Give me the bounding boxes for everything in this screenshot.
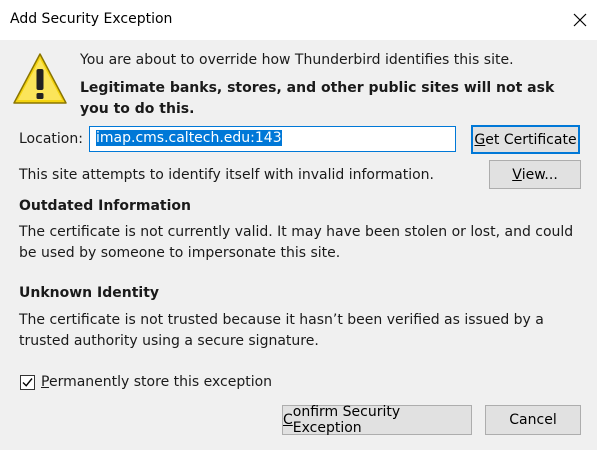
get-certificate-accesskey: G — [474, 131, 486, 148]
location-label: Location: — [19, 131, 83, 147]
location-value: imap.cms.caltech.edu:143 — [96, 130, 282, 146]
warning-icon — [13, 53, 67, 104]
view-button[interactable]: View... — [489, 160, 581, 189]
window-title: Add Security Exception — [10, 11, 173, 27]
checkmark-icon — [22, 378, 33, 387]
confirm-accesskey: C — [283, 412, 293, 428]
site-status-text: This site attempts to identify itself wi… — [19, 167, 434, 183]
get-certificate-button[interactable]: Get Certificate — [471, 125, 580, 154]
permanent-store-text: ermanently store this exception — [48, 374, 273, 390]
location-label-text: Location: — [19, 131, 83, 147]
view-label: iew... — [521, 166, 558, 183]
close-icon — [573, 13, 587, 27]
permanent-store-accesskey: P — [41, 374, 49, 390]
permanent-store-checkbox[interactable] — [20, 375, 35, 390]
outdated-text: The certificate is not currently valid. … — [19, 224, 574, 261]
unknown-text: The certificate is not trusted because i… — [19, 312, 544, 349]
confirm-security-exception-button[interactable]: Confirm Security Exception — [282, 404, 472, 436]
close-button[interactable] — [566, 6, 594, 34]
cancel-label: Cancel — [509, 412, 557, 428]
cancel-button[interactable]: Cancel — [485, 405, 581, 435]
title-bar: Add Security Exception — [0, 0, 597, 40]
unknown-title: Unknown Identity — [19, 285, 160, 301]
warning-text: Legitimate banks, stores, and other publ… — [80, 80, 555, 117]
view-accesskey: V — [512, 166, 522, 183]
get-certificate-label: et Certificate — [485, 131, 577, 148]
confirm-label: onfirm Security Exception — [292, 404, 401, 436]
intro-text: You are about to override how Thunderbir… — [80, 52, 514, 68]
outdated-title: Outdated Information — [19, 198, 192, 214]
location-input[interactable]: imap.cms.caltech.edu:143 — [89, 126, 456, 152]
permanent-store-label[interactable]: Permanently store this exception — [41, 374, 272, 390]
